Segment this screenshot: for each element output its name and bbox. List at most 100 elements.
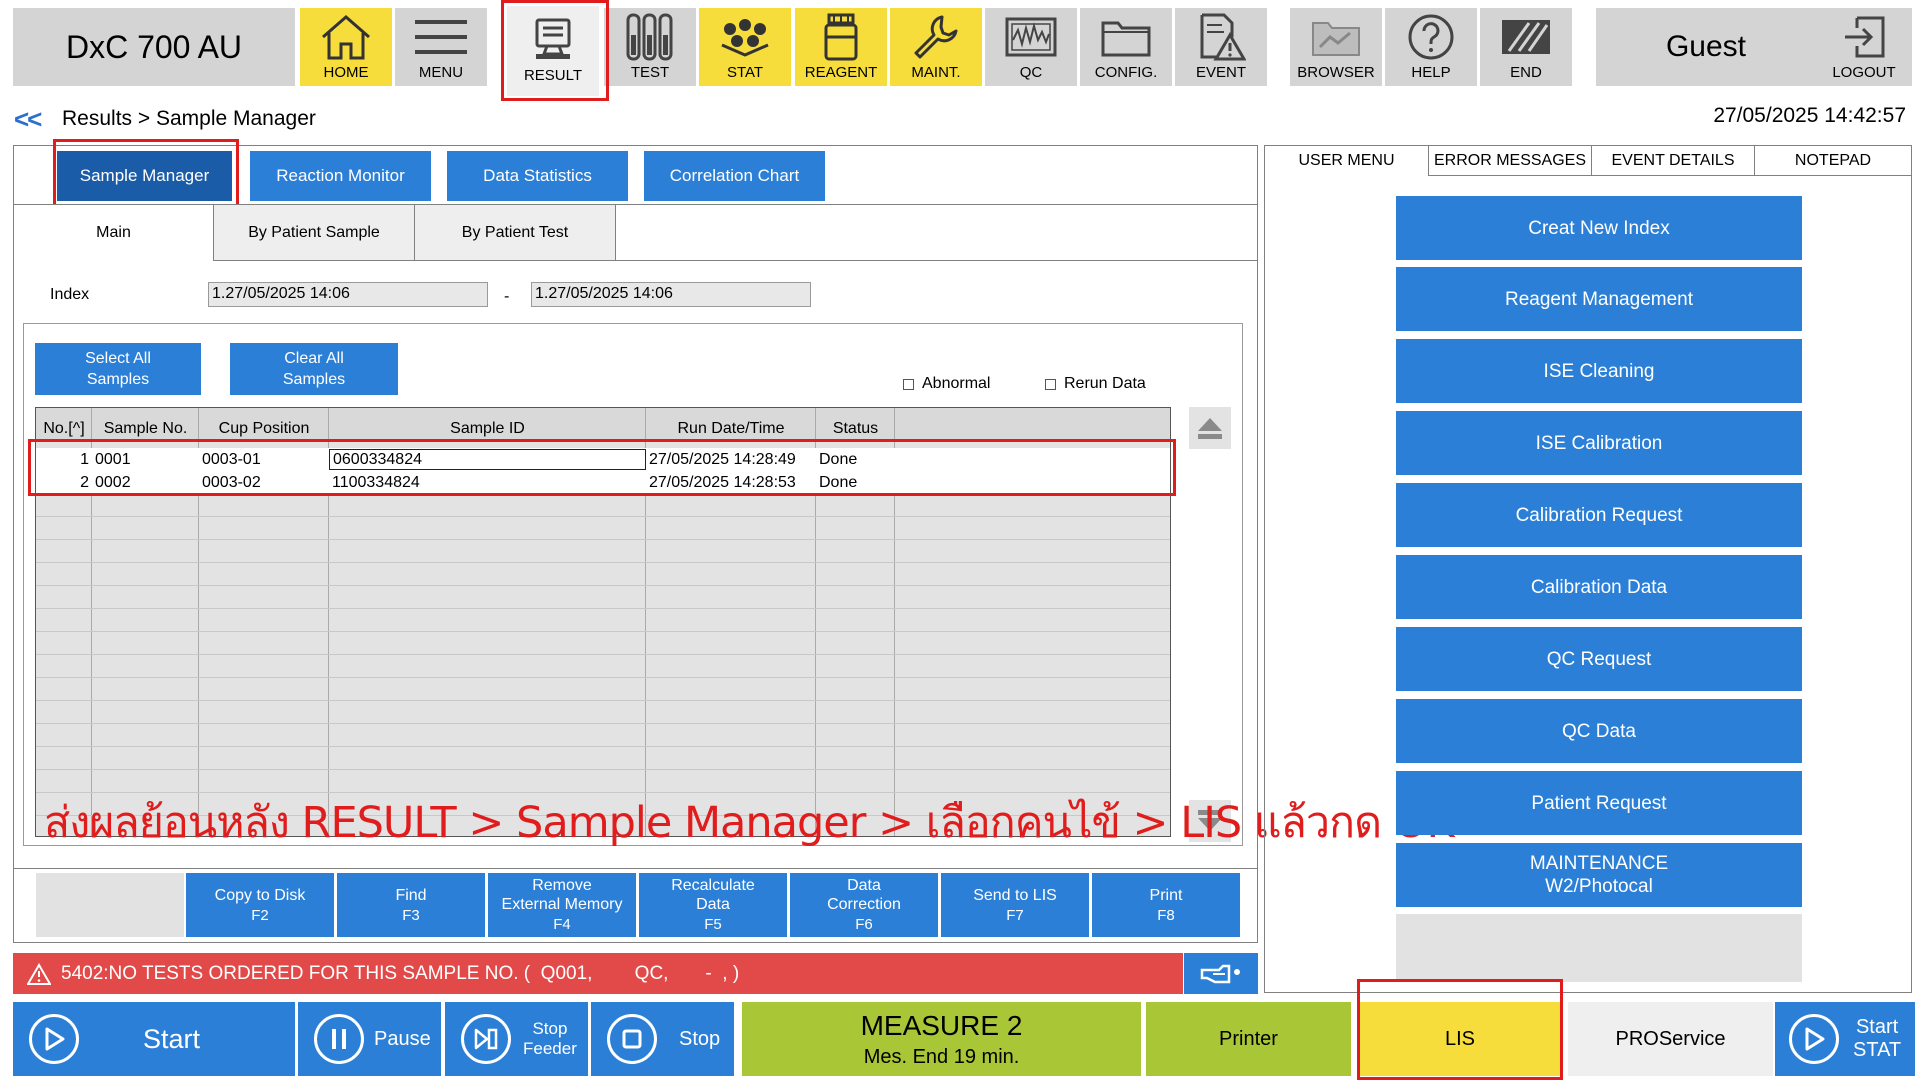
empty-row [36, 517, 1170, 540]
warning-icon [27, 962, 51, 985]
stop-button[interactable]: Stop [591, 1002, 734, 1076]
end-button[interactable]: END [1480, 8, 1572, 86]
print-button[interactable]: Print F8 [1092, 873, 1240, 937]
folder-icon [1097, 13, 1155, 61]
lis-button[interactable]: LIS [1357, 1002, 1563, 1076]
measure-status: MEASURE 2 Mes. End 19 min. [742, 1002, 1141, 1076]
col-no[interactable]: No.[^] [36, 408, 92, 440]
tab-event-details[interactable]: EVENT DETAILS [1591, 146, 1754, 176]
start-button[interactable]: Start [13, 1002, 295, 1076]
function-key-blank [36, 873, 184, 937]
stop-feeder-button[interactable]: Stop Feeder [445, 1002, 588, 1076]
qc-label: QC [1019, 64, 1043, 81]
checkbox-box [903, 378, 914, 390]
tab-error-messages[interactable]: ERROR MESSAGES [1428, 146, 1591, 176]
col-run-datetime[interactable]: Run Date/Time [646, 408, 816, 440]
fkey-key: F7 [1006, 906, 1024, 924]
help-button[interactable]: HELP [1385, 8, 1477, 86]
stop-feeder-line2: Feeder [523, 1039, 577, 1058]
empty-row [36, 747, 1170, 770]
pause-button[interactable]: Pause [298, 1002, 441, 1076]
logout-button[interactable]: LOGOUT [1816, 8, 1912, 86]
test-button[interactable]: TEST [604, 8, 696, 86]
data-correction-button[interactable]: Data Correction F6 [790, 873, 938, 937]
find-button[interactable]: Find F3 [337, 873, 485, 937]
back-button[interactable]: << [14, 104, 42, 135]
config-label: CONFIG. [1094, 64, 1158, 81]
reagent-button[interactable]: REAGENT [795, 8, 887, 86]
empty-row [36, 586, 1170, 609]
reagent-management-button[interactable]: Reagent Management [1396, 267, 1802, 331]
logout-label: LOGOUT [1832, 64, 1896, 81]
browser-button[interactable]: BROWSER [1290, 8, 1382, 86]
tab-user-menu[interactable]: USER MENU [1265, 146, 1428, 176]
stat-button[interactable]: STAT [699, 8, 791, 86]
remove-external-memory-button[interactable]: Remove External Memory F4 [488, 873, 636, 937]
tab-correlation-chart[interactable]: Correlation Chart [644, 151, 825, 201]
user-panel: Guest LOGOUT [1596, 8, 1912, 86]
abnormal-checkbox[interactable]: Abnormal [903, 375, 990, 393]
qc-request-button[interactable]: QC Request [1396, 627, 1802, 691]
copy-to-disk-button[interactable]: Copy to Disk F2 [186, 873, 334, 937]
col-sample-no[interactable]: Sample No. [92, 408, 199, 440]
empty-row [36, 678, 1170, 701]
alarm-silence-button[interactable] [1184, 953, 1258, 994]
menu-button[interactable]: MENU [395, 8, 487, 86]
empty-row [36, 655, 1170, 678]
event-button[interactable]: EVENT [1175, 8, 1267, 86]
ise-calibration-button[interactable]: ISE Calibration [1396, 411, 1802, 475]
home-button[interactable]: HOME [300, 8, 392, 86]
maintenance-photocal-button[interactable]: MAINTENANCE W2/Photocal [1396, 843, 1802, 907]
start-stat-button[interactable]: Start STAT [1775, 1002, 1915, 1076]
recalculate-data-button[interactable]: Recalculate Data F5 [639, 873, 787, 937]
clear-all-samples-button[interactable]: Clear All Samples [230, 343, 398, 395]
qc-button[interactable]: QC [985, 8, 1077, 86]
table-header: No.[^] Sample No. Cup Position Sample ID… [36, 408, 1170, 440]
proservice-button[interactable]: PROService [1568, 1002, 1773, 1076]
maint-button[interactable]: MAINT. [890, 8, 982, 86]
subtab-by-patient-test[interactable]: By Patient Test [415, 205, 616, 261]
select-all-line1: Select All [85, 350, 151, 367]
menu-label: MAINTENANCE [1529, 853, 1669, 874]
cell-no: 1 [80, 451, 89, 468]
ise-cleaning-button[interactable]: ISE Cleaning [1396, 339, 1802, 403]
config-button[interactable]: CONFIG. [1080, 8, 1172, 86]
tab-data-statistics[interactable]: Data Statistics [447, 151, 628, 201]
index-separator: - [504, 288, 510, 305]
col-sample-id[interactable]: Sample ID [329, 408, 646, 440]
stop-feeder-icon [461, 1014, 511, 1064]
index-to-field[interactable]: 1.27/05/2025 14:06 [531, 282, 811, 307]
tab-sample-manager[interactable]: Sample Manager [57, 151, 232, 201]
subtab-by-patient-sample[interactable]: By Patient Sample [214, 205, 415, 261]
alert-bar[interactable]: 5402:NO TESTS ORDERED FOR THIS SAMPLE NO… [13, 953, 1183, 994]
scroll-up-button[interactable] [1189, 407, 1231, 449]
maint-label: MAINT. [911, 64, 961, 81]
printer-button[interactable]: Printer [1146, 1002, 1351, 1076]
calibration-request-button[interactable]: Calibration Request [1396, 483, 1802, 547]
calibration-data-button[interactable]: Calibration Data [1396, 555, 1802, 619]
result-button[interactable]: RESULT [507, 6, 599, 96]
send-to-lis-button[interactable]: Send to LIS F7 [941, 873, 1089, 937]
table-row[interactable]: 1 0001 0003-01 0600334824 27/05/2025 14:… [36, 448, 1170, 471]
patient-request-button[interactable]: Patient Request [1396, 771, 1802, 835]
select-all-line2: Samples [86, 371, 150, 388]
alert-text: 5402:NO TESTS ORDERED FOR THIS SAMPLE NO… [61, 962, 740, 984]
rerun-data-checkbox[interactable]: Rerun Data [1045, 375, 1146, 393]
clear-all-line2: Samples [282, 371, 346, 388]
tab-reaction-monitor[interactable]: Reaction Monitor [250, 151, 431, 201]
col-status[interactable]: Status [816, 408, 895, 440]
cell-sample-id[interactable]: 0600334824 [329, 449, 646, 470]
cell-cup-position: 0003-01 [202, 451, 261, 468]
rerun-label: Rerun Data [1064, 375, 1146, 392]
subtab-main[interactable]: Main [14, 205, 214, 261]
start-label: Start [143, 1023, 201, 1054]
tab-notepad[interactable]: NOTEPAD [1754, 146, 1911, 176]
pause-icon [314, 1014, 364, 1064]
col-cup-position[interactable]: Cup Position [199, 408, 329, 440]
index-from-field[interactable]: 1.27/05/2025 14:06 [208, 282, 488, 307]
select-all-samples-button[interactable]: Select All Samples [35, 343, 201, 395]
table-row[interactable]: 2 0002 0003-02 1100334824 27/05/2025 14:… [36, 471, 1170, 494]
qc-data-button[interactable]: QC Data [1396, 699, 1802, 763]
create-new-index-button[interactable]: Creat New Index [1396, 196, 1802, 260]
fkey-key: F6 [855, 916, 873, 933]
